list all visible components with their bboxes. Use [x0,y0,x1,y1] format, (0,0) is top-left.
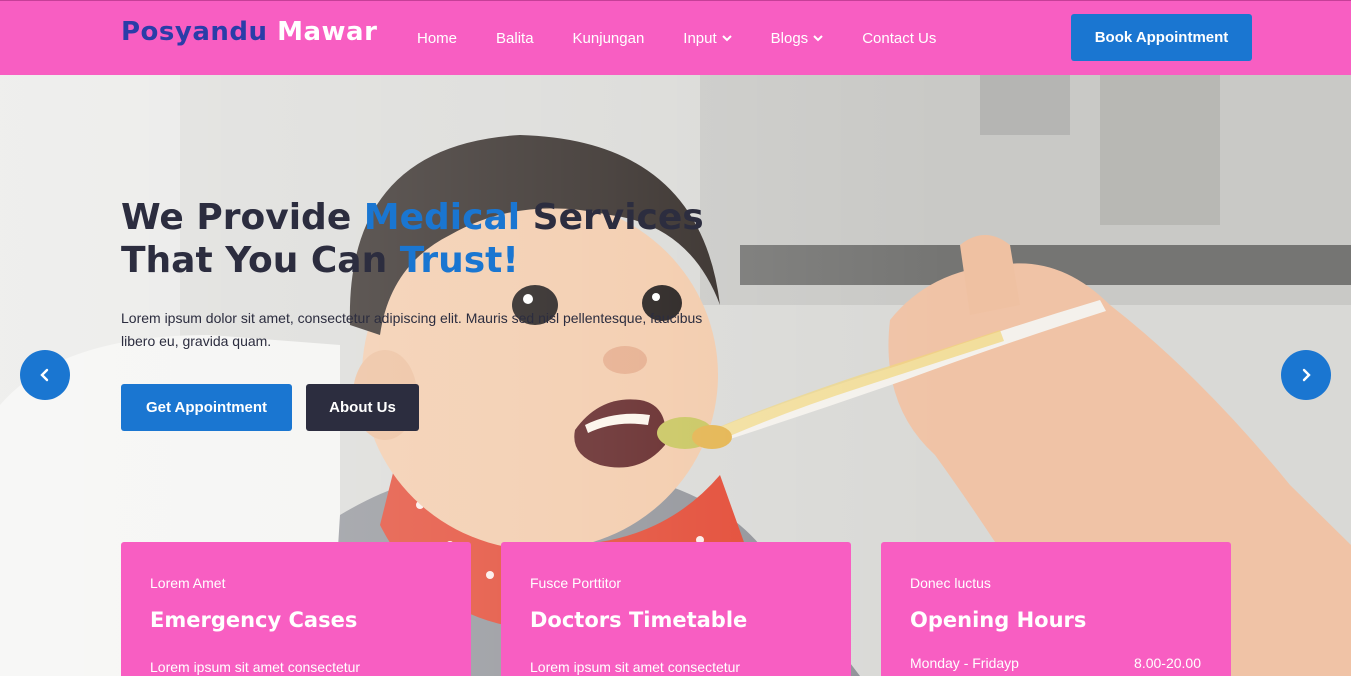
card-subtitle: Lorem Amet [150,575,226,591]
main-nav: Home Balita Kunjungan Input Blogs Contac… [417,30,975,47]
card-text: Lorem ipsum sit amet consectetur [530,659,741,675]
card-title: Emergency Cases [150,608,358,632]
hours-row: Monday - Fridayp 8.00-20.00 [910,655,1201,671]
card-title: Opening Hours [910,608,1087,632]
info-card-opening-hours: Donec luctus Opening Hours Monday - Frid… [881,542,1231,676]
slider-next-button[interactable] [1281,350,1331,400]
nav-item-blogs[interactable]: Blogs [771,30,824,47]
headline-accent: Medical [363,197,521,238]
headline-text: Services [520,197,704,238]
nav-label: Home [417,30,458,47]
nav-label: Balita [496,30,534,47]
info-card-timetable: Fusce Porttitor Doctors Timetable Lorem … [501,542,851,676]
chevron-down-icon [721,35,732,42]
slider-prev-button[interactable] [20,350,70,400]
hours-time: 8.00-20.00 [1134,655,1201,671]
hero-description: Lorem ipsum dolor sit amet, consectetur … [121,310,703,349]
site-header: Posyandu Mawar Home Balita Kunjungan Inp… [0,0,1351,75]
info-card-emergency: Lorem Amet Emergency Cases Lorem ipsum s… [121,542,471,676]
nav-item-contact[interactable]: Contact Us [862,30,936,47]
chevron-left-icon [40,368,49,382]
get-appointment-button[interactable]: Get Appointment [121,384,292,431]
nav-label: Input [683,30,717,47]
site-logo[interactable]: Posyandu Mawar [121,17,377,47]
headline-accent: Trust! [399,240,519,281]
nav-label: Blogs [770,30,809,47]
hours-day: Monday - Fridayp [910,655,1019,671]
nav-label: Contact Us [862,30,937,47]
card-subtitle: Fusce Porttitor [530,575,622,591]
hero-headline: We Provide Medical Services That You Can… [121,196,761,282]
nav-item-home[interactable]: Home [417,30,457,47]
chevron-right-icon [1302,368,1311,382]
nav-label: Kunjungan [572,30,645,47]
hero-slider: We Provide Medical Services That You Can… [0,75,1351,676]
logo-part-1: Posyandu [121,17,268,47]
card-text: Lorem ipsum sit amet consectetur [150,659,361,675]
about-us-button[interactable]: About Us [306,384,419,431]
book-appointment-button[interactable]: Book Appointment [1071,14,1252,61]
card-subtitle: Donec luctus [910,575,991,591]
chevron-down-icon [813,35,823,42]
nav-item-input[interactable]: Input [683,30,732,47]
headline-text: We Provide [121,197,364,238]
nav-item-kunjungan[interactable]: Kunjungan [573,30,645,47]
logo-part-2: Mawar [277,17,378,47]
nav-item-balita[interactable]: Balita [496,30,534,47]
card-title: Doctors Timetable [530,608,748,632]
headline-text: That You Can [121,240,400,281]
